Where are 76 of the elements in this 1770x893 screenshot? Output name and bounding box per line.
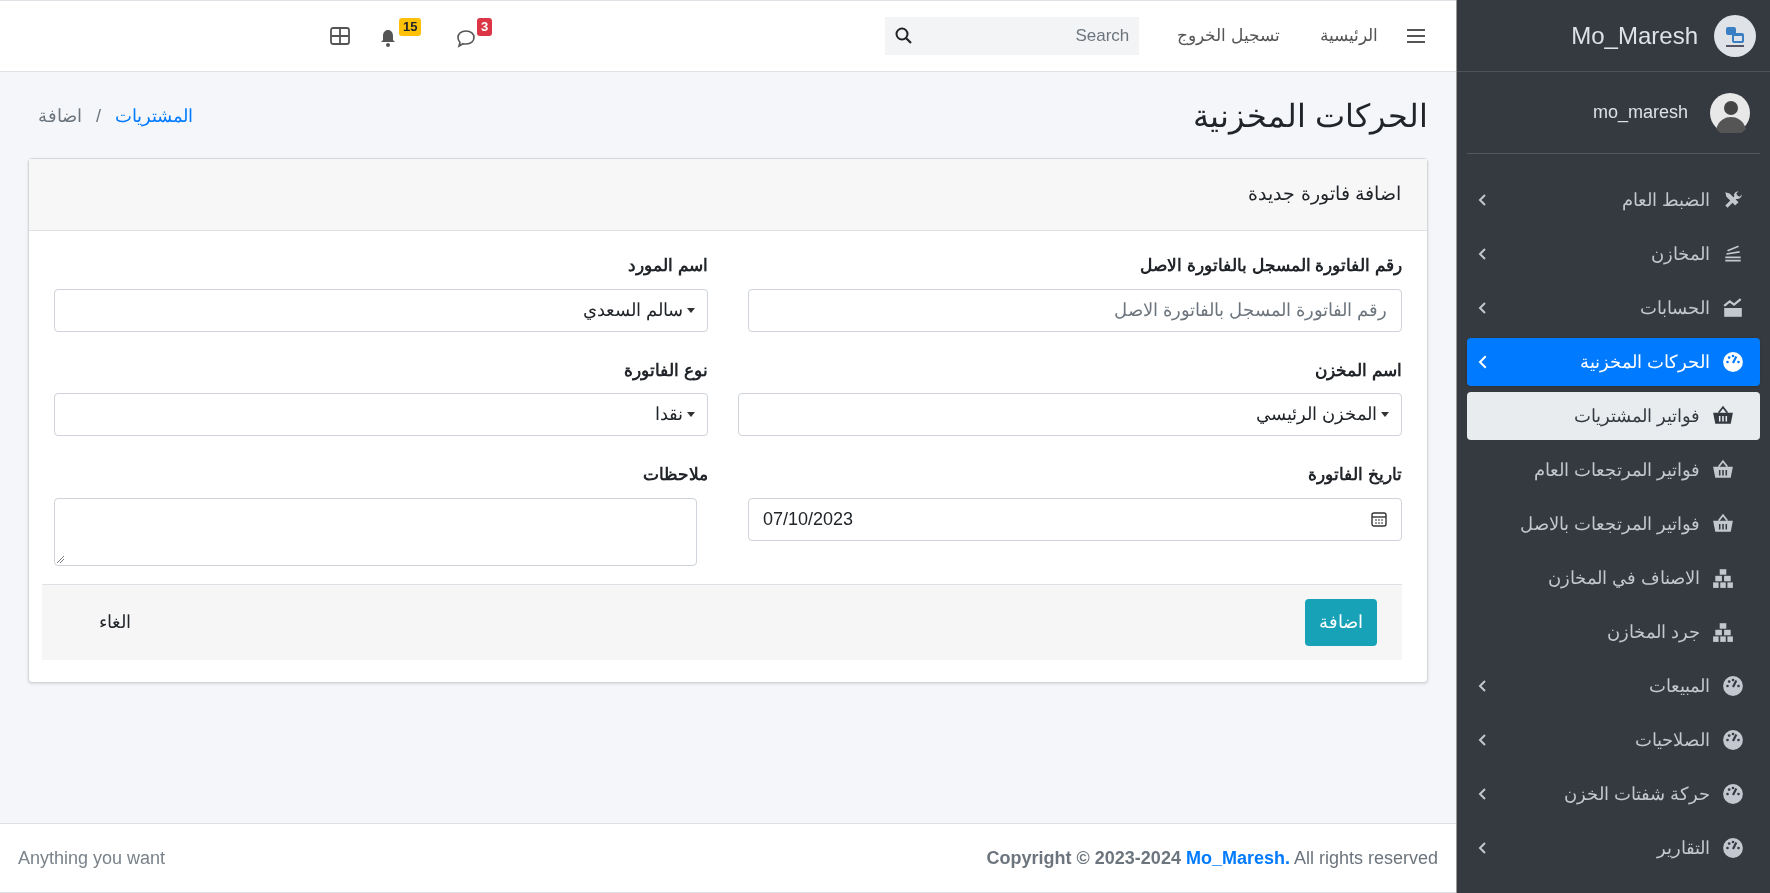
sidebar-item[interactable]: فواتير المرتجعات العام — [1467, 446, 1760, 494]
menu-icon[interactable] — [1406, 28, 1426, 44]
card-title: اضافة فاتورة جديدة — [1248, 182, 1401, 207]
basket-icon — [1712, 405, 1734, 427]
breadcrumb-current: اضافة — [38, 104, 82, 128]
caret-icon — [687, 307, 695, 313]
sidebar-item[interactable]: الحسابات — [1467, 284, 1760, 332]
textarea-field[interactable] — [54, 497, 697, 566]
cubes-icon — [1712, 567, 1734, 589]
select-value: سالم السعدي — [583, 298, 683, 323]
chevron-icon — [1477, 787, 1487, 801]
sidebar-item[interactable]: التقارير — [1467, 824, 1760, 872]
author-link[interactable]: Mo_Maresh. — [1185, 847, 1290, 868]
select-field[interactable]: المخزن الرئيسي — [738, 393, 1402, 436]
tools-icon — [1722, 189, 1744, 211]
cancel-button[interactable]: الغاء — [87, 602, 143, 642]
chevron-icon — [1477, 193, 1487, 207]
gauge-icon — [1722, 783, 1744, 805]
resize-handle-icon — [56, 554, 65, 564]
sidebar-item[interactable]: المبيعات — [1467, 662, 1760, 710]
chevron-icon — [1477, 355, 1487, 369]
sidebar-item[interactable]: حركة شفتات الخزن — [1467, 770, 1760, 818]
field-label: اسم المخزن — [1314, 359, 1402, 383]
search-icon[interactable] — [895, 27, 913, 44]
field-label: ملاحظات — [642, 464, 708, 486]
field-label: نوع الفاتورة — [623, 359, 708, 383]
chevron-icon — [1477, 247, 1487, 261]
basket-icon — [1712, 459, 1734, 481]
select-value: نقدا — [655, 403, 683, 426]
sidebar-item[interactable]: المخازن — [1467, 230, 1760, 278]
sidebar-item[interactable]: الصلاحيات — [1467, 716, 1760, 764]
footer-text: Anything you want — [18, 846, 166, 870]
date-field[interactable]: 07/10/2023 — [748, 497, 1402, 541]
search-field[interactable]: Search — [885, 17, 1140, 55]
user-avatar — [1710, 92, 1750, 133]
cubes-icon — [1712, 621, 1734, 643]
basket-icon — [1712, 513, 1734, 535]
notification-badge: 3 — [477, 18, 493, 36]
gauge-icon — [1722, 351, 1744, 373]
sidebar-item[interactable]: فواتير المشتريات — [1467, 392, 1760, 440]
nav-link[interactable]: تسجيل الخروج — [1177, 23, 1280, 49]
sidebar-item[interactable]: الاصناف في المخازن — [1467, 554, 1760, 602]
caret-icon — [687, 412, 695, 417]
gauge-icon — [1722, 837, 1744, 859]
grid-icon[interactable] — [330, 27, 350, 45]
brand-name[interactable]: Mo_Maresh — [1571, 17, 1698, 54]
date-value: 07/10/2023 — [763, 507, 854, 531]
chevron-icon — [1477, 679, 1487, 693]
select-field[interactable]: نقدا — [54, 393, 708, 436]
chevron-icon — [1477, 841, 1487, 855]
select-field[interactable]: سالم السعدي — [54, 288, 708, 332]
calendar-icon — [1371, 511, 1387, 527]
user-name[interactable]: mo_maresh — [1592, 99, 1688, 126]
chat-icon[interactable] — [456, 28, 476, 48]
copyright-text: Copyright © 2023-2024 Mo_Maresh. All rights reserved — [986, 846, 1438, 870]
field-label: رقم الفاتورة المسجل بالفاتورة الاصل — [1139, 255, 1402, 278]
field-label: تاريخ الفاتورة — [1307, 464, 1402, 487]
notification-badge: 15 — [399, 18, 422, 36]
sidebar-item[interactable]: الضبط العام — [1467, 176, 1760, 224]
gauge-icon — [1722, 675, 1744, 697]
caret-icon — [1381, 412, 1389, 417]
chart-icon — [1722, 297, 1744, 319]
field-label: اسم المورد — [627, 255, 708, 278]
chevron-icon — [1477, 301, 1487, 315]
chevron-icon — [1477, 733, 1487, 747]
gauge-icon — [1722, 729, 1744, 751]
page-title: الحركات المخزنية — [1193, 97, 1428, 137]
sidebar-item[interactable]: جرد المخازن — [1467, 608, 1760, 656]
select-value: المخزن الرئيسي — [1256, 403, 1377, 427]
breadcrumb-link[interactable]: المشتريات — [115, 102, 193, 130]
breadcrumb-separator: / — [96, 104, 101, 128]
input-field[interactable]: رقم الفاتورة المسجل بالفاتورة الاصل — [748, 288, 1402, 332]
nav-link[interactable]: الرئيسية — [1320, 23, 1378, 49]
sidebar-item[interactable]: فواتير المرتجعات بالاصل — [1467, 500, 1760, 548]
logo-icon — [1714, 14, 1756, 57]
sidebar-item[interactable]: الحركات المخزنية — [1467, 338, 1760, 386]
